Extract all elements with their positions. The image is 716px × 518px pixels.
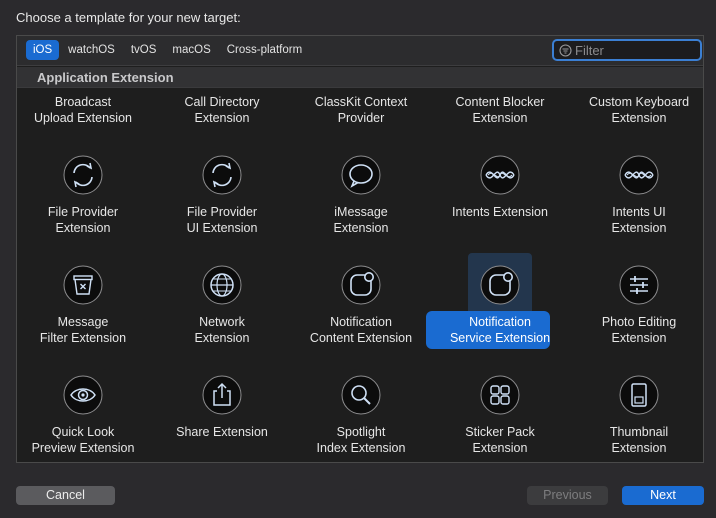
platform-tabs: iOS watchOS tvOS macOS Cross-platform [26, 40, 309, 60]
cancel-button[interactable]: Cancel [16, 486, 115, 505]
template-icon-tile [607, 143, 671, 207]
template-icon-tile [329, 143, 393, 207]
template-icon-tile [51, 253, 115, 317]
template-icon-tile [607, 253, 671, 317]
siri-wave-icon [619, 155, 659, 195]
template-label: Message Filter Extension [39, 315, 127, 345]
notification-icon [480, 265, 520, 305]
template-label: Spotlight Index Extension [316, 425, 406, 455]
template-icon-tile [190, 143, 254, 207]
prompt-text: Choose a template for your new target: [16, 10, 241, 25]
template-label: iMessage Extension [333, 205, 389, 235]
template-label: ClassKit Context Provider [314, 95, 408, 125]
sticker-grid-icon [480, 375, 520, 415]
template-label: File Provider UI Extension [186, 205, 258, 235]
template-label: Network Extension [194, 315, 250, 345]
message-bubble-icon [341, 155, 381, 195]
template-label: Notification Content Extension [309, 315, 413, 345]
thumbnail-icon [619, 375, 659, 415]
template-icon-tile [51, 143, 115, 207]
template-label: Call Directory Extension [184, 95, 260, 125]
template-label: Intents Extension [452, 205, 548, 219]
tab-macos[interactable]: macOS [165, 40, 217, 60]
template-label: Notification Service Extension [449, 315, 551, 345]
tab-tvos[interactable]: tvOS [124, 40, 164, 60]
filter-tray-icon [63, 265, 103, 305]
template-label: Content Blocker Extension [455, 95, 545, 125]
template-icon-tile [468, 253, 532, 317]
filter-icon [559, 44, 572, 57]
template-panel: iOSwatchOStvOSmacOSCross-platform Applic… [16, 35, 704, 463]
template-label: Thumbnail Extension [609, 425, 669, 455]
magnifier-icon [341, 375, 381, 415]
share-icon [202, 375, 242, 415]
notification-icon [341, 265, 381, 305]
previous-button[interactable]: Previous [527, 486, 608, 505]
template-icon-tile [329, 363, 393, 427]
template-label: Intents UI Extension [611, 205, 667, 235]
template-label: Custom Keyboard Extension [588, 95, 690, 125]
template-label: Share Extension [176, 425, 268, 439]
template-label: Quick Look Preview Extension [31, 425, 135, 455]
refresh-icon [63, 155, 103, 195]
platform-bar: iOS watchOS tvOS macOS Cross-platform [17, 36, 703, 66]
section-title: Application Extension [37, 70, 174, 85]
filter-field[interactable] [552, 39, 702, 61]
template-label: Sticker Pack Extension [465, 425, 535, 455]
section-header: Application Extension [17, 67, 703, 88]
sliders-icon [619, 265, 659, 305]
eye-icon [63, 375, 103, 415]
template-icon-tile [468, 143, 532, 207]
template-icon-tile [190, 253, 254, 317]
template-icon-tile [329, 253, 393, 317]
template-icon-tile [51, 363, 115, 427]
template-icon-tile [190, 363, 254, 427]
tab-ios[interactable]: iOS [26, 40, 60, 60]
template-label: Photo Editing Extension [601, 315, 677, 345]
tab-watchos[interactable]: watchOS [61, 40, 122, 60]
template-icon-tile [468, 363, 532, 427]
tab-cross-platform[interactable]: Cross-platform [220, 40, 309, 60]
refresh-icon [202, 155, 242, 195]
siri-wave-icon [480, 155, 520, 195]
template-label: Broadcast Upload Extension [34, 95, 132, 125]
globe-icon [202, 265, 242, 305]
next-button[interactable]: Next [622, 486, 704, 505]
template-label: File Provider Extension [47, 205, 119, 235]
filter-input[interactable] [575, 42, 697, 59]
template-icon-tile [607, 363, 671, 427]
